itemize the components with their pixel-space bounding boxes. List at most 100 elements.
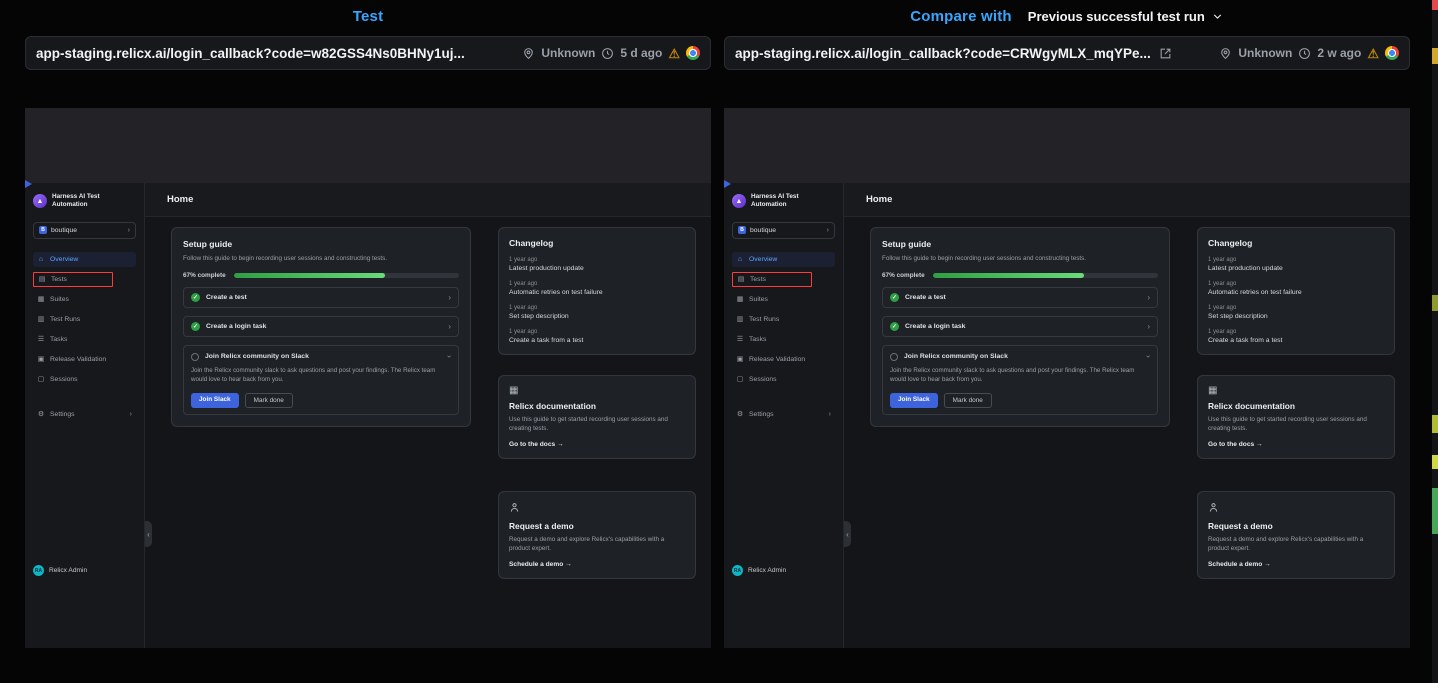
mark-done-button[interactable]: Mark done [944, 393, 992, 408]
person-icon [509, 502, 685, 516]
setup-item-create-test[interactable]: ✓ Create a test › [882, 287, 1158, 308]
changelog-card: Changelog 1 year ago Latest production u… [498, 227, 696, 355]
app-main: Home ‹ Setup guide Follow this guide to … [145, 183, 711, 648]
clock-icon [601, 47, 614, 60]
setup-item-label: Join Relicx community on Slack [904, 353, 1008, 360]
project-name: boutique [51, 227, 77, 234]
sidebar-item-release-validation[interactable]: ▣ Release Validation [732, 352, 835, 367]
minimap-marker [1432, 455, 1438, 469]
sidebar-item-sessions[interactable]: ▢ Sessions [33, 372, 136, 387]
compare-run-value: Previous successful test run [1028, 9, 1205, 24]
changelog-time: 1 year ago [509, 257, 685, 263]
mark-done-button[interactable]: Mark done [245, 393, 293, 408]
sidebar-item-label: Settings [749, 411, 774, 418]
go-to-docs-link[interactable]: Go to the docs → [1208, 441, 1384, 448]
sidebar-item-label: Release Validation [749, 356, 805, 363]
tests-icon: ▤ [737, 275, 745, 283]
changelog-card: Changelog 1 year ago Latest production u… [1197, 227, 1395, 355]
request-demo-title: Request a demo [1208, 521, 1384, 531]
project-selector[interactable]: B boutique › [732, 222, 835, 239]
home-icon: ⌂ [736, 256, 744, 263]
sidebar-item-sessions[interactable]: ▢ Sessions [732, 372, 835, 387]
schedule-demo-link[interactable]: Schedule a demo → [509, 561, 685, 568]
unchecked-circle-icon [890, 353, 898, 361]
join-slack-row[interactable]: Join Relicx community on Slack › [191, 352, 451, 361]
compare-url[interactable]: app-staging.relicx.ai/login_callback?cod… [735, 46, 1151, 61]
user-menu[interactable]: RA Relicx Admin [33, 565, 136, 576]
chrome-browser-icon [686, 46, 700, 60]
sidebar-item-overview[interactable]: ⌂ Overview [732, 252, 835, 267]
changelog-time: 1 year ago [509, 305, 685, 311]
selection-marker-icon [25, 180, 32, 188]
setup-item-label: Join Relicx community on Slack [205, 353, 309, 360]
setup-progress: 67% complete [882, 272, 1158, 279]
external-link-icon[interactable] [1159, 47, 1172, 60]
sidebar-item-tests[interactable]: ▤ Tests [33, 272, 113, 287]
changelog-text: Automatic retries on test failure [1208, 289, 1384, 296]
sidebar-item-test-runs[interactable]: ▥ Test Runs [732, 312, 835, 327]
join-slack-row[interactable]: Join Relicx community on Slack › [890, 352, 1150, 361]
unchecked-circle-icon [191, 353, 199, 361]
progress-fill [234, 273, 385, 278]
request-demo-card: Request a demo Request a demo and explor… [1197, 491, 1395, 579]
changelog-entry: 1 year ago Create a task from a test [1208, 329, 1384, 344]
compare-run-dropdown[interactable]: Previous successful test run [1028, 9, 1224, 24]
release-validation-icon: ▣ [37, 355, 45, 363]
sidebar-item-tests[interactable]: ▤ Tests [732, 272, 812, 287]
sidebar-settings-section: ⚙ Settings › [732, 407, 835, 422]
changelog-time: 1 year ago [509, 281, 685, 287]
changelog-time: 1 year ago [509, 329, 685, 335]
chevron-down-icon: › [1144, 355, 1153, 358]
documentation-card: ▦ Relicx documentation Use this guide to… [498, 375, 696, 459]
compare-url-bar[interactable]: app-staging.relicx.ai/login_callback?cod… [724, 36, 1410, 70]
setup-item-create-login-task[interactable]: ✓ Create a login task › [882, 316, 1158, 337]
test-pane-header: Test [25, 4, 711, 28]
schedule-demo-link[interactable]: Schedule a demo → [1208, 561, 1384, 568]
diff-minimap[interactable] [1432, 0, 1438, 683]
test-url[interactable]: app-staging.relicx.ai/login_callback?cod… [36, 46, 465, 61]
location-label: Unknown [541, 46, 595, 60]
join-slack-button[interactable]: Join Slack [191, 393, 239, 408]
changelog-time: 1 year ago [1208, 257, 1384, 263]
test-pane-title: Test [353, 8, 384, 25]
changelog-entry: 1 year ago Set step description [1208, 305, 1384, 320]
chevron-right-icon: › [1147, 322, 1150, 331]
test-url-bar[interactable]: app-staging.relicx.ai/login_callback?cod… [25, 36, 711, 70]
sidebar-collapse-handle[interactable]: ‹ [844, 521, 851, 547]
sidebar-item-label: Tasks [749, 336, 766, 343]
sidebar-item-suites[interactable]: ▦ Suites [33, 292, 136, 307]
join-slack-button[interactable]: Join Slack [890, 393, 938, 408]
sidebar-item-tasks[interactable]: ☰ Tasks [33, 332, 136, 347]
sidebar-item-overview[interactable]: ⌂ Overview [33, 252, 136, 267]
documentation-description: Use this guide to get started recording … [509, 415, 685, 434]
setup-item-join-slack: Join Relicx community on Slack › Join th… [183, 345, 459, 415]
progress-label: 67% complete [183, 272, 226, 279]
compare-screenshot: ▲ Harness AI Test Automation B boutique … [724, 108, 1410, 648]
setup-item-label: Create a test [905, 294, 946, 301]
sidebar-item-test-runs[interactable]: ▥ Test Runs [33, 312, 136, 327]
user-menu[interactable]: RA Relicx Admin [732, 565, 835, 576]
changelog-text: Set step description [509, 313, 685, 320]
app-main: Home ‹ Setup guide Follow this guide to … [844, 183, 1410, 648]
sidebar-item-settings[interactable]: ⚙ Settings › [732, 407, 835, 422]
captured-app-screenshot: ▲ Harness AI Test Automation B boutique … [724, 183, 1410, 648]
sidebar-item-release-validation[interactable]: ▣ Release Validation [33, 352, 136, 367]
page-title: Home [167, 194, 193, 205]
go-to-docs-link[interactable]: Go to the docs → [509, 441, 685, 448]
avatar: RA [33, 565, 44, 576]
setup-item-create-login-task[interactable]: ✓ Create a login task › [183, 316, 459, 337]
minimap-marker [1432, 0, 1438, 10]
documentation-description: Use this guide to get started recording … [1208, 415, 1384, 434]
changelog-time: 1 year ago [1208, 305, 1384, 311]
sidebar-item-settings[interactable]: ⚙ Settings › [33, 407, 136, 422]
sidebar-item-tasks[interactable]: ☰ Tasks [732, 332, 835, 347]
sidebar-collapse-handle[interactable]: ‹ [145, 521, 152, 547]
tests-icon: ▤ [38, 275, 46, 283]
request-demo-description: Request a demo and explore Relicx's capa… [509, 535, 685, 554]
sessions-icon: ▢ [736, 375, 744, 383]
sidebar-item-suites[interactable]: ▦ Suites [732, 292, 835, 307]
setup-guide-subtitle: Follow this guide to begin recording use… [882, 254, 1158, 263]
project-selector[interactable]: B boutique › [33, 222, 136, 239]
setup-item-create-test[interactable]: ✓ Create a test › [183, 287, 459, 308]
page-title: Home [866, 194, 892, 205]
